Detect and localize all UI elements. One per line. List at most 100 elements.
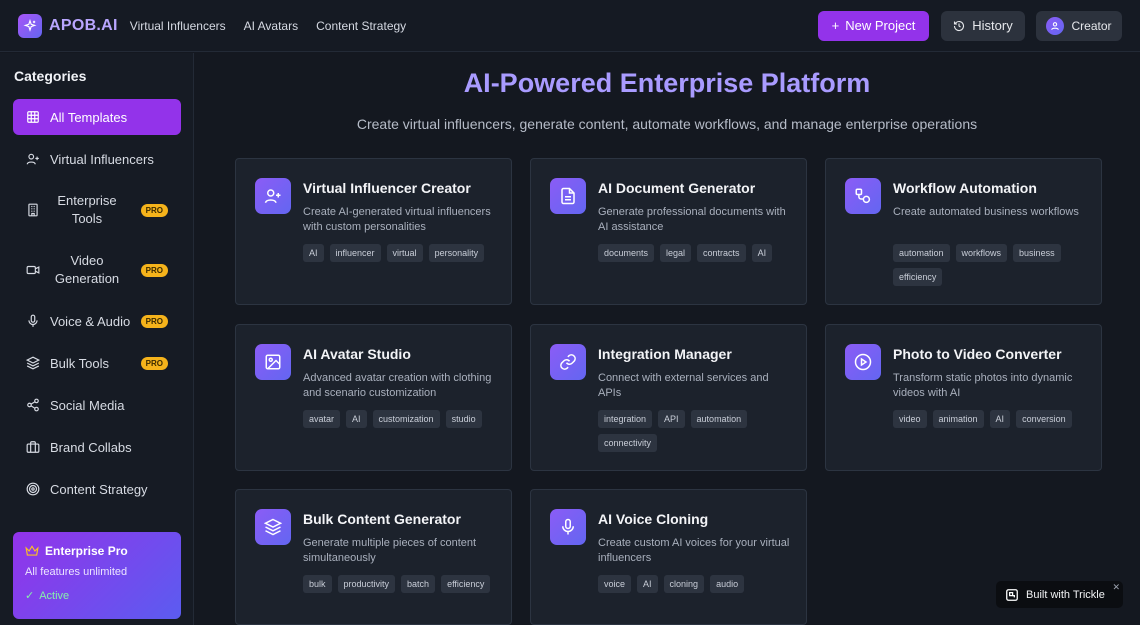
briefcase-icon bbox=[23, 440, 43, 454]
tag: AI bbox=[303, 244, 324, 262]
tag: batch bbox=[401, 575, 436, 593]
sidebar-item-label: Content Strategy bbox=[50, 481, 148, 497]
grid-icon bbox=[23, 110, 43, 124]
tag: animation bbox=[932, 410, 984, 428]
page-subtitle: Create virtual influencers, generate con… bbox=[356, 116, 978, 132]
trickle-badge-label: Built with Trickle bbox=[1026, 588, 1105, 601]
close-icon[interactable]: ✕ bbox=[1112, 582, 1120, 593]
card-title: Virtual Influencer Creator bbox=[303, 180, 471, 196]
tag: integration bbox=[598, 410, 653, 428]
template-card-ai-document-generator[interactable]: AI Document Generator Generate professio… bbox=[530, 158, 807, 305]
template-card-integration-manager[interactable]: Integration Manager Connect with externa… bbox=[530, 324, 807, 471]
tag: cloning bbox=[663, 575, 705, 593]
nav-content-strategy[interactable]: Content Strategy bbox=[316, 19, 406, 33]
user-icon bbox=[1051, 21, 1060, 30]
share-icon bbox=[23, 398, 43, 412]
card-title: Workflow Automation bbox=[893, 180, 1037, 196]
new-project-label: New Project bbox=[845, 18, 916, 33]
tag: API bbox=[658, 410, 685, 428]
tag: productivity bbox=[337, 575, 396, 593]
sidebar-item-enterprise-tools[interactable]: Enterprise Tools PRO bbox=[13, 189, 181, 231]
built-with-trickle-badge[interactable]: Built with Trickle ✕ bbox=[996, 581, 1123, 608]
logo-text[interactable]: APOB.AI bbox=[49, 17, 118, 35]
sidebar-item-label: Video Generation bbox=[54, 253, 120, 286]
plus-icon: + bbox=[831, 18, 840, 33]
pro-badge: PRO bbox=[140, 263, 168, 277]
sidebar-item-label: Bulk Tools bbox=[50, 355, 110, 371]
sidebar-item-voice-audio[interactable]: Voice & Audio PRO bbox=[13, 303, 181, 339]
tag: contracts bbox=[697, 244, 746, 262]
user-label: Creator bbox=[1071, 18, 1112, 33]
top-nav: Virtual Influencers AI Avatars Content S… bbox=[130, 19, 424, 33]
template-card-ai-avatar-studio[interactable]: AI Avatar Studio Advanced avatar creatio… bbox=[235, 324, 512, 471]
sidebar-item-video-generation[interactable]: Video Generation PRO bbox=[13, 249, 181, 291]
tag: AI bbox=[637, 575, 658, 593]
video-icon bbox=[23, 263, 43, 277]
template-card-workflow-automation[interactable]: Workflow Automation Create automated bus… bbox=[825, 158, 1102, 305]
sidebar-item-label: Virtual Influencers bbox=[50, 151, 154, 167]
nav-ai-avatars[interactable]: AI Avatars bbox=[244, 19, 298, 33]
history-icon bbox=[954, 20, 965, 31]
sidebar-item-label: Social Media bbox=[50, 397, 125, 413]
promo-status: Active bbox=[39, 589, 70, 602]
tag: automation bbox=[893, 244, 950, 262]
tag: influencer bbox=[329, 244, 381, 262]
sidebar-item-label: All Templates bbox=[50, 109, 128, 125]
tag-list: AI influencer virtual personality bbox=[303, 244, 503, 262]
building-icon bbox=[23, 203, 43, 217]
template-card-ai-voice-cloning[interactable]: AI Voice Cloning Create custom AI voices… bbox=[530, 489, 807, 625]
tag: video bbox=[893, 410, 927, 428]
workflow-icon bbox=[845, 178, 881, 214]
tag: audio bbox=[710, 575, 745, 593]
tag: conversion bbox=[1016, 410, 1072, 428]
page-title: AI-Powered Enterprise Platform bbox=[463, 68, 871, 98]
template-card-bulk-content-generator[interactable]: Bulk Content Generator Generate multiple… bbox=[235, 489, 512, 625]
sidebar-item-brand-collabs[interactable]: Brand Collabs bbox=[13, 429, 181, 465]
link-icon bbox=[550, 344, 586, 380]
history-button[interactable]: History bbox=[941, 10, 1025, 41]
pro-badge: PRO bbox=[140, 203, 168, 217]
avatar bbox=[1046, 16, 1065, 35]
tag-list: video animation AI conversion bbox=[893, 410, 1093, 428]
sidebar-item-label: Enterprise Tools bbox=[57, 193, 117, 226]
sidebar-item-bulk-tools[interactable]: Bulk Tools PRO bbox=[13, 345, 181, 381]
layers-icon bbox=[255, 509, 291, 545]
tag: efficiency bbox=[441, 575, 491, 593]
card-title: AI Voice Cloning bbox=[598, 511, 709, 527]
template-card-virtual-influencer-creator[interactable]: Virtual Influencer Creator Create AI-gen… bbox=[235, 158, 512, 305]
tag: business bbox=[1013, 244, 1061, 262]
template-card-photo-to-video-converter[interactable]: Photo to Video Converter Transform stati… bbox=[825, 324, 1102, 471]
tag: AI bbox=[751, 244, 773, 262]
tag: customization bbox=[372, 410, 440, 428]
tag: AI bbox=[346, 410, 367, 428]
tag: studio bbox=[445, 410, 482, 428]
card-description: Transform static photos into dynamic vid… bbox=[893, 372, 1073, 399]
tag: documents bbox=[598, 244, 655, 262]
tag-list: avatar AI customization studio bbox=[303, 410, 503, 428]
tag: legal bbox=[660, 244, 692, 262]
user-menu-button[interactable]: Creator bbox=[1036, 10, 1122, 41]
tag: voice bbox=[598, 575, 632, 593]
sidebar-item-label: Voice & Audio bbox=[50, 313, 131, 329]
user-plus-icon bbox=[23, 152, 43, 166]
new-project-button[interactable]: + New Project bbox=[818, 10, 929, 41]
tag: bulk bbox=[303, 575, 332, 593]
sidebar-item-all-templates[interactable]: All Templates bbox=[13, 99, 181, 135]
card-title: Integration Manager bbox=[598, 346, 732, 362]
sidebar-title: Categories bbox=[14, 68, 87, 84]
check-icon: ✓ bbox=[25, 590, 35, 602]
play-icon bbox=[845, 344, 881, 380]
card-description: Advanced avatar creation with clothing a… bbox=[303, 372, 492, 399]
tag-list: bulk productivity batch efficiency bbox=[303, 575, 503, 593]
tag-list: integration API automation connectivity bbox=[598, 410, 798, 452]
trickle-logo-icon bbox=[1006, 588, 1018, 601]
image-icon bbox=[255, 344, 291, 380]
tag: avatar bbox=[303, 410, 341, 428]
sidebar-item-virtual-influencers[interactable]: Virtual Influencers bbox=[13, 141, 181, 177]
promo-subtitle: All features unlimited bbox=[25, 566, 128, 578]
card-description: Create AI-generated virtual influencers … bbox=[303, 206, 491, 233]
nav-virtual-influencers[interactable]: Virtual Influencers bbox=[130, 19, 226, 33]
sidebar-item-content-strategy[interactable]: Content Strategy bbox=[13, 471, 181, 507]
sidebar-item-social-media[interactable]: Social Media bbox=[13, 387, 181, 423]
card-description: Connect with external services and APIs bbox=[598, 372, 769, 399]
